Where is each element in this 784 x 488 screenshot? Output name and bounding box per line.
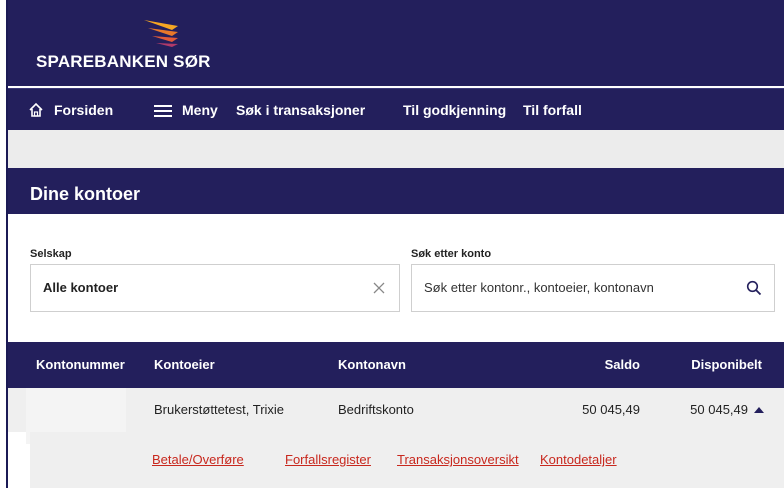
company-select-value: Alle kontoer	[43, 280, 119, 295]
column-header-account-number[interactable]: Kontonummer	[36, 342, 125, 388]
table-header: Kontonummer Kontoeier Kontonavn Saldo Di…	[8, 342, 784, 388]
collapse-caret-icon[interactable]	[754, 407, 764, 413]
row-actions: Betale/Overføre Forfallsregister Transak…	[30, 432, 784, 488]
action-due-register[interactable]: Forfallsregister	[285, 432, 371, 488]
cell-available-value: 50 045,49	[690, 402, 748, 417]
hamburger-icon	[154, 105, 172, 117]
column-header-owner[interactable]: Kontoeier	[154, 342, 215, 388]
search-placeholder: Søk etter kontonr., kontoeier, kontonavn	[424, 280, 654, 295]
column-header-balance[interactable]: Saldo	[605, 342, 640, 388]
company-select[interactable]: Alle kontoer	[30, 264, 400, 312]
home-icon	[29, 102, 43, 117]
page-title: Dine kontoer	[30, 184, 141, 204]
nav-home-label: Forsiden	[54, 102, 114, 118]
column-header-account-name[interactable]: Kontonavn	[338, 342, 406, 388]
main-nav: Forsiden Meny Søk i transaksjoner Til go…	[8, 88, 784, 130]
action-account-details[interactable]: Kontodetaljer	[540, 432, 617, 488]
search-icon[interactable]	[746, 280, 762, 296]
account-search-input[interactable]: Søk etter kontonr., kontoeier, kontonavn	[411, 264, 775, 312]
action-pay-transfer[interactable]: Betale/Overføre	[152, 432, 244, 488]
cell-owner: Brukerstøttetest, Trixie	[154, 402, 285, 417]
action-transaction-overview[interactable]: Transaksjonsoversikt	[397, 432, 519, 488]
cell-balance: 50 045,49	[582, 402, 640, 417]
nav-menu-label: Meny	[182, 102, 218, 118]
header: SPAREBANKEN SØR	[8, 0, 784, 86]
clear-icon[interactable]	[373, 282, 385, 294]
logo-mark-icon	[144, 20, 178, 47]
nav-menu[interactable]: Meny	[154, 89, 218, 131]
company-label: Selskap	[30, 248, 72, 260]
filters-panel: Selskap Alle kontoer Søk etter konto Søk…	[8, 214, 784, 342]
nav-home[interactable]: Forsiden	[28, 89, 113, 131]
section-header: Dine kontoer	[8, 168, 784, 214]
nav-approval[interactable]: Til godkjenning	[403, 89, 506, 131]
page: SPAREBANKEN SØR Forsiden Meny Søk i tran…	[6, 0, 784, 488]
cell-available: 50 045,49	[690, 388, 764, 432]
nav-due[interactable]: Til forfall	[523, 89, 582, 131]
column-header-available[interactable]: Disponibelt	[691, 342, 762, 388]
nav-search-transactions[interactable]: Søk i transaksjoner	[236, 89, 365, 131]
gray-divider-bar	[8, 130, 784, 168]
brand-logo-text: SPAREBANKEN SØR	[36, 52, 211, 71]
search-label: Søk etter konto	[411, 248, 492, 260]
cell-account-name: Bedriftskonto	[338, 402, 414, 417]
